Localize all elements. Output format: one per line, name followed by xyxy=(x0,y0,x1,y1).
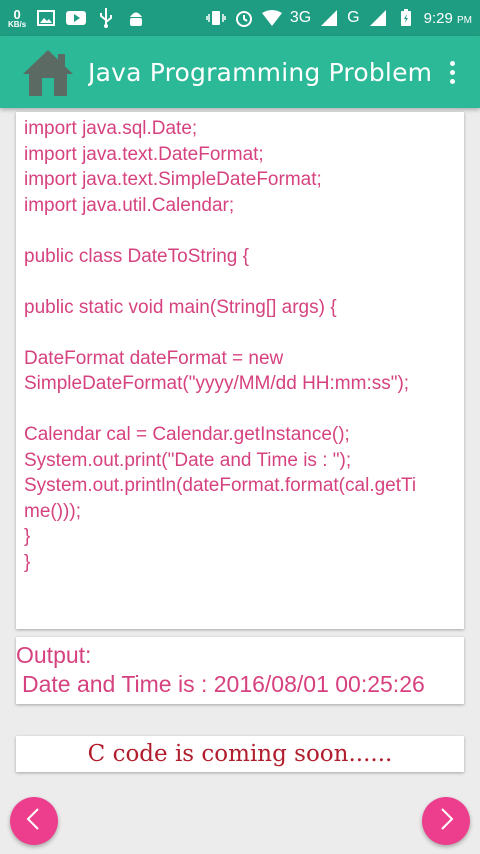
app-title: Java Programming Problem xyxy=(88,57,433,87)
vibrate-icon xyxy=(206,8,226,28)
code-line: DateFormat dateFormat = new xyxy=(24,347,284,369)
code-line: SimpleDateFormat("yyyy/MM/dd HH:mm:ss"); xyxy=(24,373,410,394)
alarm-icon xyxy=(234,8,254,28)
output-value: Date and Time is : 2016/08/01 00:25:26 xyxy=(22,671,425,697)
status-right-group: 3G G 9:29 PM xyxy=(206,8,472,28)
previous-button[interactable] xyxy=(10,797,58,845)
code-line: public class DateToString { xyxy=(24,245,249,267)
app-bar: Java Programming Problem xyxy=(0,36,480,108)
chevron-left-icon xyxy=(24,807,44,836)
code-line: import java.sql.Date; xyxy=(24,118,198,139)
network-speed: 0 KB/s xyxy=(8,8,26,29)
home-icon[interactable] xyxy=(20,44,76,100)
code-line: System.out.println(dateFormat.format(cal… xyxy=(24,475,417,496)
code-line: import java.text.DateFormat; xyxy=(24,143,264,165)
network-type-label: 3G xyxy=(289,9,312,26)
output-label: Output: xyxy=(16,642,92,668)
overflow-dot xyxy=(449,69,455,75)
overflow-dot xyxy=(449,60,455,66)
code-block: import java.sql.Date; import java.text.Da… xyxy=(24,116,456,575)
code-line: import java.text.SimpleDateFormat; xyxy=(24,169,322,190)
output-card: Output: Date and Time is : 2016/08/01 00… xyxy=(16,637,464,704)
clock-ampm: PM xyxy=(457,14,472,26)
chevron-right-icon xyxy=(436,807,456,836)
network-speed-unit: KB/s xyxy=(8,19,27,29)
android-debug-icon xyxy=(126,8,146,28)
clock-time: 9:29 xyxy=(423,9,453,27)
overflow-dot xyxy=(449,78,455,84)
gallery-icon xyxy=(36,8,56,28)
network-type-label-2: G xyxy=(347,9,360,26)
code-line: Calendar cal = Calendar.getInstance(); xyxy=(24,424,350,445)
code-card: import java.sql.Date; import java.text.Da… xyxy=(16,112,464,629)
coming-soon-text: C code is coming soon...... xyxy=(87,741,393,767)
overflow-menu-button[interactable] xyxy=(440,52,464,92)
code-line: System.out.print("Date and Time is : "); xyxy=(24,449,352,471)
network-speed-value: 0 xyxy=(13,6,21,22)
status-bar: 0 KB/s 3G G 9:29 PM xyxy=(0,0,480,36)
code-line: import java.util.Calendar; xyxy=(24,194,235,216)
code-line: public static void main(String[] args) { xyxy=(24,296,337,318)
code-line: me())); xyxy=(24,500,81,522)
code-line: } xyxy=(24,551,31,573)
usb-icon xyxy=(96,8,116,28)
status-left-group: 0 KB/s xyxy=(8,8,146,29)
next-button[interactable] xyxy=(422,797,470,845)
youtube-icon xyxy=(66,8,87,28)
code-line: } xyxy=(24,526,31,547)
wifi-icon xyxy=(261,8,282,28)
coming-soon-card: C code is coming soon...... xyxy=(16,736,464,772)
signal-icon-2 xyxy=(368,8,388,28)
battery-icon xyxy=(396,8,416,28)
clock: 9:29 PM xyxy=(424,10,472,27)
signal-icon xyxy=(319,8,339,28)
